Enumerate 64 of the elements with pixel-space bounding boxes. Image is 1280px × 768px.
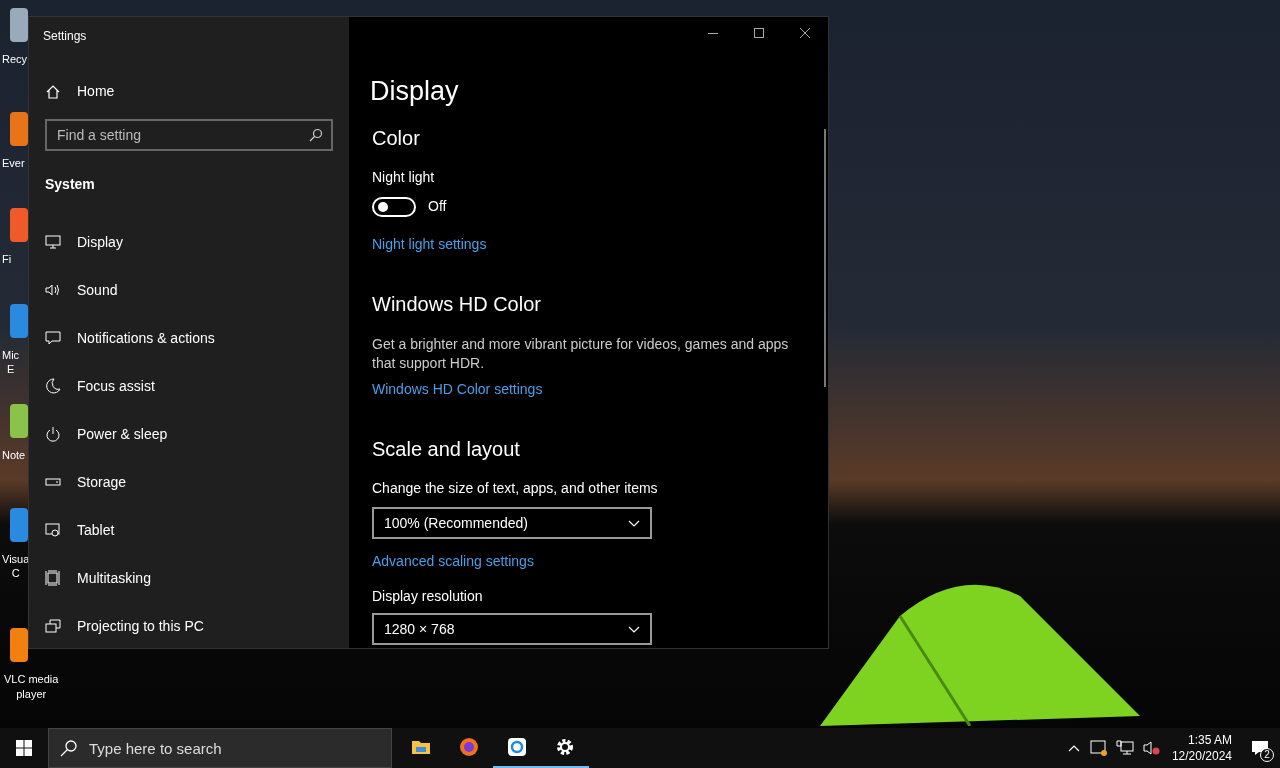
chevron-up-icon[interactable] <box>1067 744 1080 752</box>
notification-center-button[interactable]: 2 <box>1240 728 1280 768</box>
sidebar-item[interactable]: Tablet <box>45 518 349 542</box>
page-title: Display <box>370 75 459 108</box>
setting-label: Display resolution <box>372 587 483 606</box>
sidebar-item[interactable]: Display <box>45 230 349 254</box>
sidebar-item[interactable]: Storage <box>45 470 349 494</box>
sync-status-icon[interactable] <box>1089 740 1108 756</box>
sound-icon <box>45 282 61 298</box>
sidebar-item[interactable]: Focus assist <box>45 374 349 398</box>
sidebar-item[interactable]: Sound <box>45 278 349 302</box>
multitasking-icon <box>45 570 61 586</box>
sidebar-item[interactable]: Projecting to this PC <box>45 614 349 638</box>
sidebar-item[interactable]: Power & sleep <box>45 422 349 446</box>
home-icon <box>45 83 61 100</box>
gear-icon <box>554 736 576 758</box>
toggle-switch[interactable] <box>372 196 416 217</box>
browser-icon <box>458 736 480 758</box>
close-icon <box>800 28 810 38</box>
chevron-down-icon <box>628 625 640 633</box>
desktop-icon-label[interactable]: Mic E <box>2 348 20 376</box>
description-text: Get a brighter and more vibrant picture for videos, games and apps that support HDR. <box>372 335 790 373</box>
clock-date[interactable]: 12/20/2024 <box>1171 748 1232 764</box>
section-heading: Windows HD Color <box>372 292 541 317</box>
notification-count: 2 <box>1260 748 1274 762</box>
sidebar-item[interactable]: Notifications & actions <box>45 326 349 350</box>
display-icon <box>45 234 61 250</box>
focus-icon <box>45 378 61 394</box>
hd-color-settings-link[interactable]: Windows HD Color settings <box>372 379 543 400</box>
desktop-icon-label[interactable]: Fi <box>2 252 12 266</box>
clock-time[interactable]: 1:35 AM <box>1187 732 1232 748</box>
chevron-down-icon <box>628 519 640 527</box>
home-link[interactable]: Home <box>45 81 115 102</box>
search-icon <box>309 128 323 142</box>
maximize-icon <box>754 28 764 38</box>
speaker-muted-icon[interactable] <box>1141 740 1160 756</box>
section-heading: System <box>45 175 95 194</box>
section-heading: Color <box>372 126 420 151</box>
advanced-scaling-link[interactable]: Advanced scaling settings <box>372 551 534 572</box>
window-title: Settings <box>43 28 87 45</box>
network-icon[interactable] <box>1115 740 1134 756</box>
projecting-icon <box>45 618 61 634</box>
taskbar-search-field[interactable]: Type here to search <box>48 728 392 768</box>
notifications-icon <box>45 330 61 346</box>
search-icon <box>60 739 78 757</box>
search-field[interactable]: Find a setting <box>45 119 333 151</box>
toggle-state-text: Off <box>428 197 447 216</box>
section-heading: Scale and layout <box>372 437 520 462</box>
desktop-icon-label[interactable]: Recy <box>2 52 28 66</box>
night-light-settings-link[interactable]: Night light settings <box>372 234 487 255</box>
dropdown[interactable]: 100% (Recommended) <box>372 507 652 539</box>
windows-logo-icon <box>16 740 32 756</box>
sidebar-item[interactable]: Multitasking <box>45 566 349 590</box>
sync-icon <box>506 736 528 758</box>
desktop-icon-label[interactable]: Note <box>2 448 26 462</box>
setting-label: Night light <box>372 168 435 187</box>
desktop-icon-label[interactable]: VLC media player <box>4 672 59 702</box>
tablet-icon <box>45 522 61 538</box>
desktop-icon-label[interactable]: Ever <box>2 156 25 170</box>
setting-label: Change the size of text, apps, and other items <box>372 479 658 498</box>
dropdown[interactable]: 1280 × 768 <box>372 613 652 645</box>
minimize-icon <box>708 32 718 34</box>
scrollbar[interactable] <box>824 129 826 387</box>
power-icon <box>45 426 61 442</box>
